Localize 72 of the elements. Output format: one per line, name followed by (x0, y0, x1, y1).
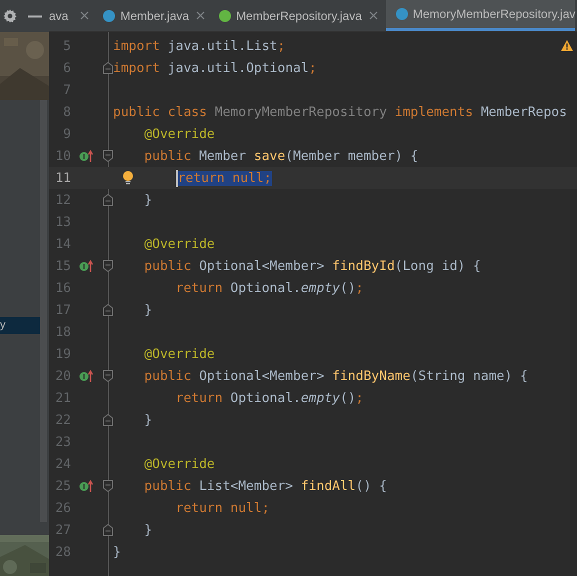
class-icon (396, 8, 408, 20)
tree-item[interactable]: y (0, 317, 40, 334)
scrollbar[interactable] (40, 100, 47, 522)
line-number: 8 (62, 104, 71, 120)
line-number: 28 (54, 544, 71, 560)
line-number: 18 (54, 324, 71, 340)
code-line: @Override (143, 236, 215, 252)
line-number: 14 (54, 236, 71, 252)
fold-icon[interactable] (103, 524, 113, 536)
editor-tab[interactable]: MemoryMemberRepository.jav (386, 0, 576, 31)
line-number: 10 (54, 148, 71, 164)
line-number: 15 (54, 258, 71, 274)
implements-icon[interactable] (79, 369, 95, 383)
code-line: @Override (143, 456, 215, 472)
code-line: public Optional<Member> findByName(String name) { (143, 368, 528, 384)
code-line: } (143, 412, 152, 428)
line-number: 9 (62, 126, 71, 142)
close-icon[interactable] (196, 11, 206, 20)
line-number: 17 (54, 302, 71, 318)
line-number: 23 (54, 434, 71, 450)
implements-icon[interactable] (79, 479, 95, 493)
line-number: 21 (54, 390, 71, 406)
line-number: 25 (54, 478, 71, 494)
code-line: return null; (174, 500, 270, 516)
code-line: } (113, 544, 121, 560)
line-number: 27 (54, 522, 71, 538)
implements-icon[interactable] (79, 259, 95, 273)
implements-icon[interactable] (79, 149, 95, 163)
code-line: return Optional.empty(); (174, 280, 364, 296)
code-line: return Optional.empty(); (174, 390, 364, 406)
lightbulb-icon[interactable] (122, 171, 134, 185)
editor-tab[interactable]: Member.java (97, 0, 214, 31)
editor-tab[interactable]: ava (49, 0, 98, 31)
close-icon[interactable] (80, 11, 90, 20)
line-number: 12 (54, 192, 71, 208)
line-number: 11 (54, 170, 71, 186)
close-icon[interactable] (368, 11, 378, 20)
code-line: } (143, 192, 152, 208)
code-line: @Override (143, 346, 215, 362)
code-line: public Member save(Member member) { (143, 148, 418, 164)
settings-icon[interactable] (3, 9, 17, 23)
code-line: public class MemoryMemberRepository implements MemberRepos (113, 104, 567, 120)
fold-icon[interactable] (103, 480, 113, 492)
line-number: 5 (62, 38, 71, 54)
line-number: 19 (54, 346, 71, 362)
warning-icon[interactable] (561, 40, 573, 51)
line-number: 7 (62, 82, 71, 98)
line-number: 20 (54, 368, 71, 384)
line-number: 6 (62, 60, 71, 76)
line-number: 22 (54, 412, 71, 428)
fold-icon[interactable] (103, 370, 113, 382)
editor-tab[interactable]: MemberRepository.java (213, 0, 386, 31)
code-line: import java.util.List; (113, 38, 286, 54)
code-line: @Override (143, 126, 215, 142)
fold-icon[interactable] (103, 150, 113, 162)
code-line: public Optional<Member> findById(Long id) { (143, 258, 481, 274)
fold-icon[interactable] (103, 194, 113, 206)
code-line: import java.util.Optional; (113, 60, 317, 76)
line-number: 24 (54, 456, 71, 472)
class-icon (103, 10, 116, 22)
fold-icon[interactable] (103, 260, 113, 272)
line-number: 13 (54, 214, 71, 230)
code-line: } (143, 302, 152, 318)
code-line: } (143, 522, 152, 538)
line-number: 16 (54, 280, 71, 296)
interface-icon (219, 10, 232, 22)
fold-icon[interactable] (103, 62, 113, 74)
fold-icon[interactable] (103, 414, 113, 426)
code-line: public List<Member> findAll() { (143, 478, 387, 494)
line-number: 26 (54, 500, 71, 516)
minimize-icon[interactable] (28, 14, 42, 18)
fold-icon[interactable] (103, 304, 113, 316)
